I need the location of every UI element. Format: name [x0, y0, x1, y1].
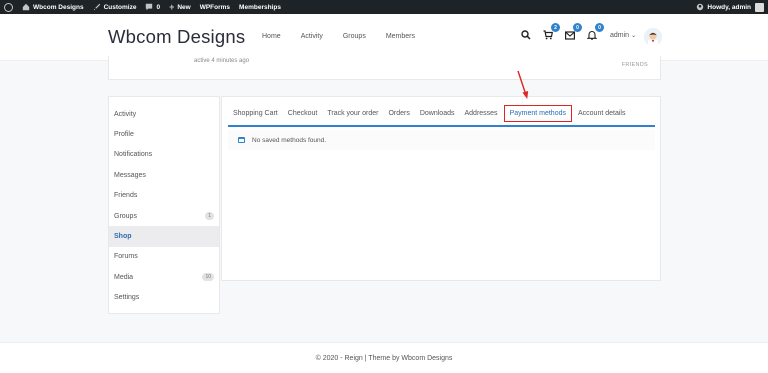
sidebar-item-label: Media: [114, 273, 134, 281]
sidebar-item-label: Settings: [114, 294, 140, 302]
sidebar-item-profile[interactable]: Profile: [109, 124, 219, 144]
friends-label[interactable]: FRIENDS: [622, 62, 648, 68]
tab-track-order[interactable]: Track your order: [327, 110, 378, 117]
sidebar-item-label: Forums: [114, 253, 138, 261]
sidebar-item-label: Groups: [114, 212, 137, 220]
sidebar-item-notifications[interactable]: Notifications: [109, 145, 219, 165]
last-active-text: active 4 minutes ago: [194, 58, 250, 64]
bell-icon[interactable]: 0: [586, 23, 604, 41]
sidebar-item-label: Activity: [114, 110, 137, 118]
tab-addresses[interactable]: Addresses: [464, 110, 497, 117]
sidebar-item-label: Notifications: [114, 151, 153, 159]
sidebar-item-media[interactable]: Media 10: [109, 267, 219, 287]
shop-content-panel: Shopping Cart Checkout Track your order …: [221, 96, 661, 281]
site-name-label: Wbcom Designs: [33, 3, 84, 11]
customize-menu[interactable]: Customize: [93, 3, 137, 11]
nav-members[interactable]: Members: [386, 33, 415, 40]
user-menu[interactable]: admin ⌄: [610, 32, 636, 39]
avatar[interactable]: [644, 28, 662, 46]
notice-text: No saved methods found.: [252, 136, 327, 144]
cart-icon[interactable]: 2: [542, 23, 560, 41]
nav-home[interactable]: Home: [262, 33, 281, 40]
admin-bar-avatar[interactable]: [755, 2, 764, 12]
plus-icon: +: [169, 2, 175, 12]
memberships-menu[interactable]: Memberships: [239, 4, 281, 11]
search-icon[interactable]: [520, 29, 532, 41]
tab-payment-methods[interactable]: Payment methods: [503, 105, 572, 122]
cart-count-badge: 2: [551, 23, 560, 32]
empty-notice: No saved methods found.: [228, 130, 655, 150]
envelope-icon[interactable]: 0: [564, 23, 582, 41]
main-navigation: Home Activity Groups Members: [262, 33, 435, 40]
tab-account-details[interactable]: Account details: [578, 110, 625, 117]
profile-cover-card: active 4 minutes ago FRIENDS: [108, 56, 661, 80]
howdy-label: Howdy, admin: [707, 3, 751, 11]
sidebar-item-shop[interactable]: Shop: [109, 226, 219, 247]
sidebar-item-activity[interactable]: Activity: [109, 104, 219, 124]
user-menu-label: admin: [610, 32, 630, 39]
user-circle-icon[interactable]: [696, 3, 704, 11]
new-label: New: [177, 3, 191, 11]
nav-groups[interactable]: Groups: [343, 33, 366, 40]
sidebar-item-friends[interactable]: Friends: [109, 186, 219, 206]
sidebar-item-label: Shop: [114, 233, 132, 241]
media-count-badge: 10: [202, 273, 214, 282]
sidebar-item-label: Friends: [114, 192, 138, 200]
tab-downloads[interactable]: Downloads: [420, 110, 455, 117]
brush-icon: [93, 3, 101, 11]
sidebar-item-forums[interactable]: Forums: [109, 247, 219, 267]
site-footer: © 2020 - Reign | Theme by Wbcom Designs: [0, 342, 768, 373]
calendar-icon: [238, 137, 245, 143]
sidebar-item-messages[interactable]: Messages: [109, 165, 219, 185]
tab-orders[interactable]: Orders: [388, 110, 409, 117]
comments-count: 0: [156, 3, 161, 11]
profile-sidebar: Activity Profile Notifications Messages …: [108, 96, 220, 314]
wp-admin-bar: Wbcom Designs Customize 0 + New WPForms …: [0, 0, 768, 14]
memberships-label: Memberships: [239, 3, 281, 11]
notifications-count-badge: 0: [595, 23, 604, 32]
footer-copyright: © 2020 - Reign | Theme by Wbcom Designs: [315, 354, 453, 362]
site-name-menu[interactable]: Wbcom Designs: [22, 3, 84, 11]
sidebar-item-settings[interactable]: Settings: [109, 288, 219, 308]
nav-activity[interactable]: Activity: [301, 33, 323, 40]
sidebar-item-label: Messages: [114, 171, 146, 179]
sidebar-item-label: Profile: [114, 131, 134, 139]
comment-icon: [145, 3, 153, 11]
messages-count-badge: 0: [573, 23, 582, 32]
groups-count-badge: 1: [205, 212, 214, 221]
home-icon: [22, 3, 30, 11]
header-actions: 2 0 0: [520, 23, 608, 41]
sidebar-item-groups[interactable]: Groups 1: [109, 206, 219, 226]
comments-menu[interactable]: 0: [145, 3, 160, 11]
wordpress-icon: [4, 2, 13, 12]
wpforms-menu[interactable]: WPForms: [200, 4, 230, 11]
customize-label: Customize: [103, 3, 137, 11]
account-tabs: Shopping Cart Checkout Track your order …: [228, 102, 655, 127]
wp-logo-menu[interactable]: [4, 2, 13, 12]
site-logo[interactable]: Wbcom Designs: [108, 26, 245, 48]
tab-checkout[interactable]: Checkout: [288, 110, 318, 117]
annotation-arrow-icon: [517, 70, 529, 99]
howdy-menu[interactable]: Howdy, admin: [707, 4, 751, 11]
chevron-down-icon: ⌄: [631, 33, 637, 39]
wpforms-label: WPForms: [199, 3, 231, 11]
new-content-menu[interactable]: + New: [169, 2, 191, 12]
tab-shopping-cart[interactable]: Shopping Cart: [233, 110, 278, 117]
